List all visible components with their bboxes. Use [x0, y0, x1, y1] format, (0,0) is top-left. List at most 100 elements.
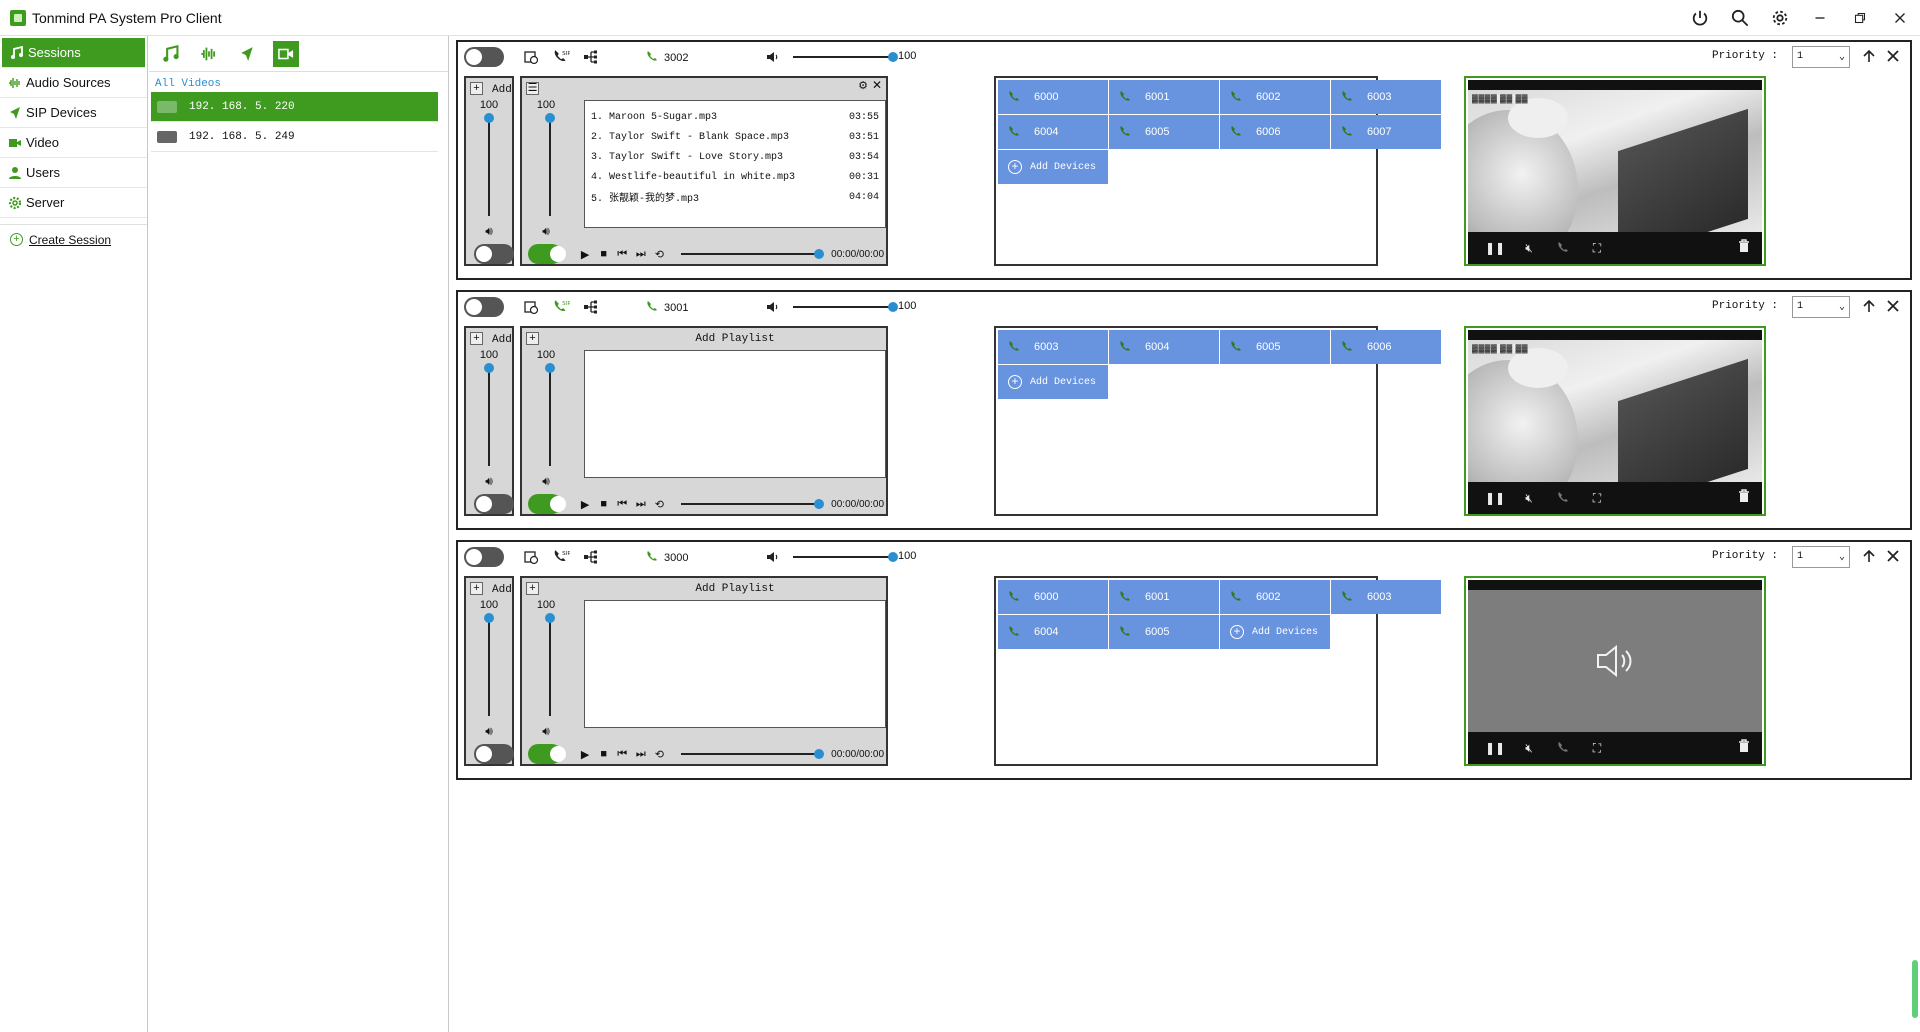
session-toggle[interactable] — [464, 297, 504, 317]
search-icon[interactable] — [1720, 0, 1760, 36]
network-tree-icon[interactable] — [582, 298, 600, 316]
close-session-icon[interactable] — [1884, 47, 1902, 65]
camera-feed[interactable]: ▓▓▓▓ ▓▓ ▓▓ — [1468, 90, 1762, 232]
device-tile[interactable]: 6004 — [998, 615, 1108, 649]
device-tile[interactable]: 6004 — [998, 115, 1108, 149]
broadcast-schedule-icon[interactable] — [522, 298, 540, 316]
waveform-icon[interactable] — [197, 42, 221, 66]
camera-feed[interactable]: ▓▓▓▓ ▓▓ ▓▓ — [1468, 340, 1762, 482]
broadcast-schedule-icon[interactable] — [522, 548, 540, 566]
add-input-button[interactable]: + — [470, 582, 483, 595]
slider-knob[interactable] — [888, 52, 898, 62]
playback-progress[interactable] — [680, 499, 825, 509]
mute-icon[interactable]: 🔇︎ — [1512, 241, 1546, 256]
song-row[interactable]: 4. Westlife-beautiful in white.mp3 00:31 — [591, 167, 879, 187]
phone-icon[interactable] — [1546, 741, 1580, 756]
session-toggle[interactable] — [464, 47, 504, 67]
mute-icon[interactable]: 🔇︎ — [1512, 491, 1546, 506]
phone-icon[interactable] — [1546, 241, 1580, 256]
song-row[interactable]: 2. Taylor Swift - Blank Space.mp3 03:51 — [591, 127, 879, 147]
stop-icon[interactable]: ■ — [594, 748, 613, 760]
move-up-icon[interactable] — [1860, 547, 1878, 565]
device-tile[interactable]: 6002 — [1220, 80, 1330, 114]
previous-icon[interactable]: ⏮ — [613, 498, 632, 511]
device-tile[interactable]: 6003 — [1331, 80, 1441, 114]
playlist-icon[interactable]: ☰ — [526, 82, 539, 95]
loop-icon[interactable]: ⟲ — [650, 748, 669, 761]
add-devices-button[interactable]: + Add Devices — [998, 150, 1108, 184]
device-tile[interactable]: 6006 — [1331, 330, 1441, 364]
sidebar-item-users[interactable]: Users — [0, 158, 147, 188]
playlist-songs[interactable] — [584, 600, 886, 728]
camera-row[interactable]: 192. 168. 5. 220 — [151, 92, 438, 122]
session-toggle[interactable] — [464, 547, 504, 567]
playlist-icon[interactable]: + — [526, 332, 539, 345]
slider-knob[interactable] — [814, 749, 825, 759]
play-icon[interactable]: ▶ — [576, 248, 595, 261]
device-tile[interactable]: 6004 — [1109, 330, 1219, 364]
mute-icon[interactable]: 🔇︎ — [1512, 741, 1546, 756]
move-up-icon[interactable] — [1860, 297, 1878, 315]
slider-knob[interactable] — [814, 499, 825, 509]
phone-icon[interactable] — [1546, 491, 1580, 506]
pause-icon[interactable]: ❚❚ — [1478, 241, 1512, 255]
close-session-icon[interactable] — [1884, 297, 1902, 315]
song-row[interactable]: 3. Taylor Swift - Love Story.mp3 03:54 — [591, 147, 879, 167]
device-tile[interactable]: 6006 — [1220, 115, 1330, 149]
song-row[interactable]: 1. Maroon 5-Sugar.mp3 03:55 — [591, 107, 879, 127]
next-icon[interactable]: ⏭ — [632, 748, 651, 761]
playlist-toggle[interactable] — [528, 744, 566, 764]
playlist-volume-slider[interactable] — [545, 613, 555, 716]
add-devices-button[interactable]: + Add Devices — [998, 365, 1108, 399]
close-icon[interactable] — [1880, 0, 1920, 36]
next-icon[interactable]: ⏭ — [632, 498, 651, 511]
device-tile[interactable]: 6000 — [998, 580, 1108, 614]
play-icon[interactable]: ▶ — [576, 748, 595, 761]
add-input-button[interactable]: + — [470, 82, 483, 95]
broadcast-schedule-icon[interactable] — [522, 48, 540, 66]
gear-icon[interactable] — [1760, 0, 1800, 36]
add-devices-button[interactable]: + Add Devices — [1220, 615, 1330, 649]
slider-knob[interactable] — [545, 613, 555, 623]
slider-knob[interactable] — [888, 552, 898, 562]
playlist-icon[interactable]: + — [526, 582, 539, 595]
trash-icon[interactable] — [1738, 239, 1750, 256]
playback-progress[interactable] — [680, 249, 825, 259]
close-session-icon[interactable] — [1884, 547, 1902, 565]
sidebar-item-sessions[interactable]: Sessions — [2, 38, 145, 68]
previous-icon[interactable]: ⏮ — [613, 748, 632, 761]
device-tile[interactable]: 6001 — [1109, 580, 1219, 614]
device-tile[interactable]: 6003 — [998, 330, 1108, 364]
sip-call-icon[interactable]: SIP — [552, 298, 570, 316]
playlist-volume-slider[interactable] — [545, 113, 555, 216]
create-session-link[interactable]: + Create Session — [0, 224, 147, 254]
playlist-songs[interactable]: 1. Maroon 5-Sugar.mp3 03:55 2. Taylor Swif… — [584, 100, 886, 228]
device-tile[interactable]: 6005 — [1220, 330, 1330, 364]
sip-call-icon[interactable]: SIP — [552, 48, 570, 66]
fullscreen-icon[interactable]: ⛶ — [1580, 491, 1614, 506]
session-volume-slider[interactable] — [793, 302, 898, 312]
loop-icon[interactable]: ⟲ — [650, 498, 669, 511]
device-tile[interactable]: 6005 — [1109, 615, 1219, 649]
playlist-title[interactable]: Add Playlist — [584, 333, 886, 345]
stop-icon[interactable]: ■ — [594, 498, 613, 510]
network-tree-icon[interactable] — [582, 548, 600, 566]
sidebar-item-audio-sources[interactable]: Audio Sources — [0, 68, 147, 98]
session-volume-slider[interactable] — [793, 52, 898, 62]
playlist-volume-slider[interactable] — [545, 363, 555, 466]
restore-icon[interactable] — [1840, 0, 1880, 36]
next-icon[interactable]: ⏭ — [632, 248, 651, 261]
fullscreen-icon[interactable]: ⛶ — [1580, 241, 1614, 256]
playlist-settings-icon[interactable]: ⚙ — [858, 79, 868, 92]
slider-knob[interactable] — [484, 113, 494, 123]
sidebar-item-sip-devices[interactable]: SIP Devices — [0, 98, 147, 128]
mic-volume-slider[interactable] — [484, 113, 494, 216]
device-tile[interactable]: 6003 — [1331, 580, 1441, 614]
pause-icon[interactable]: ❚❚ — [1478, 741, 1512, 755]
mic-toggle[interactable] — [474, 744, 514, 764]
close-playlist-icon[interactable]: ✕ — [872, 78, 882, 92]
priority-select[interactable]: 1 ⌄ — [1792, 46, 1850, 68]
play-icon[interactable]: ▶ — [576, 498, 595, 511]
playback-progress[interactable] — [680, 749, 825, 759]
device-tile[interactable]: 6000 — [998, 80, 1108, 114]
